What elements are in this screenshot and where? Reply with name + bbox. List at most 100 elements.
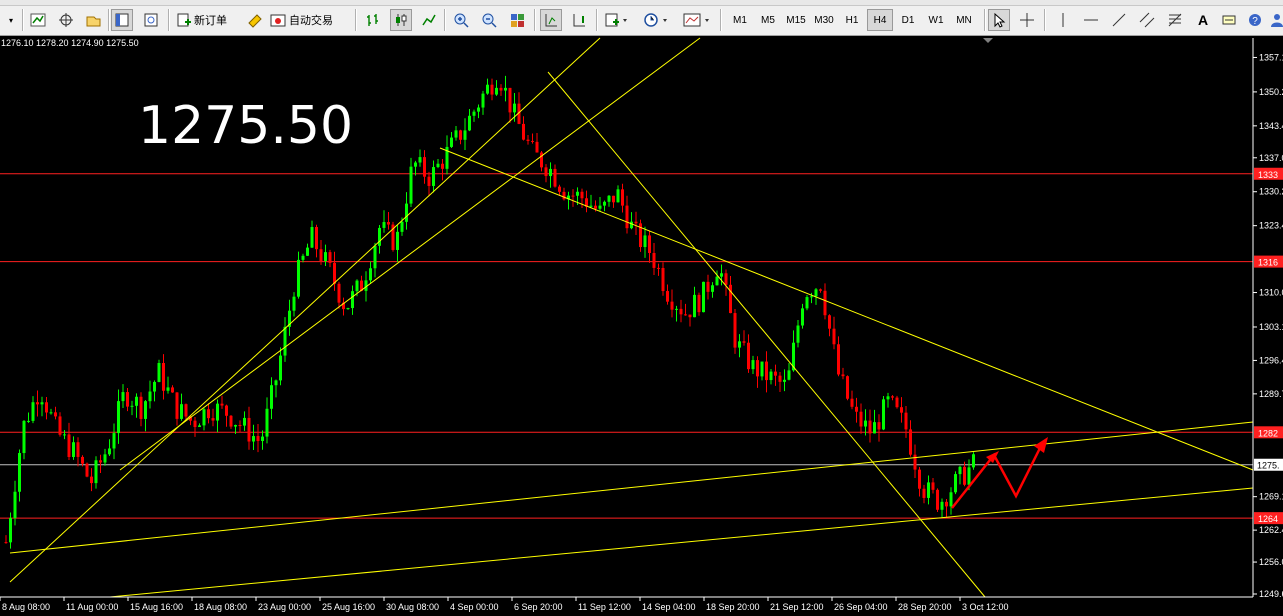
- candle-body: [760, 361, 764, 377]
- candle-body: [481, 93, 485, 108]
- crosshair-icon[interactable]: [1016, 9, 1038, 31]
- candle-body: [922, 488, 926, 498]
- candle-body: [864, 420, 867, 427]
- zoom-in-icon[interactable]: [450, 9, 472, 31]
- candle-body: [27, 420, 30, 422]
- candle-body: [40, 402, 44, 405]
- candle-body: [499, 87, 503, 91]
- candle-body: [598, 205, 602, 209]
- candle-body: [13, 491, 17, 519]
- candle-body: [198, 425, 201, 428]
- timeframe-m5[interactable]: M5: [755, 9, 781, 31]
- bar-chart-icon[interactable]: [362, 9, 384, 31]
- candle-body: [49, 412, 53, 414]
- y-tick-label: 1323.40: [1259, 221, 1283, 231]
- cursor-icon[interactable]: [988, 9, 1010, 31]
- y-tick-label: 1249.60: [1259, 589, 1283, 599]
- candle-body: [207, 409, 210, 419]
- line-chart-icon[interactable]: [418, 9, 440, 31]
- fibonacci-icon[interactable]: [1164, 9, 1186, 31]
- candle-body: [418, 157, 422, 163]
- candle-body: [643, 235, 647, 248]
- candle-body: [283, 326, 287, 356]
- candle-body: [774, 371, 777, 376]
- candle-body: [468, 115, 471, 131]
- candle-body: [477, 107, 480, 112]
- trendline-icon[interactable]: [1108, 9, 1130, 31]
- candle-body: [958, 466, 962, 475]
- candle-body: [126, 392, 129, 407]
- candle-body: [801, 308, 804, 326]
- new-order-label: 新订单: [194, 15, 227, 27]
- candle-body: [936, 489, 939, 510]
- candle-body: [675, 308, 678, 310]
- candle-body: [630, 221, 633, 229]
- candle-body: [409, 166, 413, 204]
- vertical-line-icon[interactable]: [1052, 9, 1074, 31]
- candle-body: [909, 429, 912, 455]
- candle-body: [783, 379, 786, 382]
- timeframe-m1[interactable]: M1: [727, 9, 753, 31]
- candle-body: [139, 396, 143, 419]
- auto-scroll-icon[interactable]: [568, 9, 590, 31]
- candle-body: [238, 425, 242, 427]
- candle-body: [148, 391, 152, 402]
- data-window-icon[interactable]: [111, 9, 133, 31]
- timeframe-w1[interactable]: W1: [923, 9, 949, 31]
- timeframe-mn[interactable]: MN: [951, 9, 977, 31]
- help-icon[interactable]: ?: [1244, 9, 1266, 31]
- timeframe-h4[interactable]: H4: [867, 9, 893, 31]
- profiles-icon[interactable]: [55, 9, 77, 31]
- candle-body: [832, 328, 836, 345]
- candlesticks-icon[interactable]: [390, 9, 412, 31]
- timeframe-m30[interactable]: M30: [811, 9, 837, 31]
- text-icon[interactable]: A: [1192, 9, 1214, 31]
- candle-body: [589, 205, 593, 207]
- periods-icon[interactable]: [640, 9, 674, 31]
- zoom-out-icon[interactable]: [478, 9, 500, 31]
- candle-body: [837, 344, 840, 375]
- candle-body: [940, 501, 944, 510]
- level-tag-label: 1333: [1258, 170, 1278, 180]
- level-tag-label: 1316: [1258, 258, 1278, 268]
- timeframe-d1[interactable]: D1: [895, 9, 921, 31]
- timeframe-h1[interactable]: H1: [839, 9, 865, 31]
- text-label-icon[interactable]: [1218, 9, 1240, 31]
- new-order-button[interactable]: 新订单: [176, 9, 238, 31]
- x-tick-label: 28 Sep 20:00: [898, 602, 952, 612]
- timeframe-m15[interactable]: M15: [783, 9, 809, 31]
- candle-body: [670, 301, 674, 310]
- templates-icon[interactable]: [680, 9, 716, 31]
- x-tick-label: 25 Aug 16:00: [322, 602, 375, 612]
- candle-body: [108, 448, 111, 455]
- candle-body: [4, 542, 8, 544]
- candle-body: [882, 399, 885, 430]
- candle-body: [234, 425, 237, 427]
- indicators-icon[interactable]: [602, 9, 632, 31]
- auto-trade-button[interactable]: 自动交易: [270, 9, 344, 31]
- candle-body: [679, 308, 683, 315]
- candle-body: [72, 442, 75, 457]
- candle-body: [382, 222, 386, 228]
- horizontal-line-icon[interactable]: [1080, 9, 1102, 31]
- chart-shift-icon[interactable]: [540, 9, 562, 31]
- meta-editor-icon[interactable]: [244, 9, 266, 31]
- candle-body: [112, 433, 116, 449]
- x-tick-label: 3 Oct 12:00: [962, 602, 1009, 612]
- tile-windows-icon[interactable]: [506, 9, 528, 31]
- candle-body: [688, 314, 692, 318]
- candle-body: [423, 157, 426, 177]
- market-watch-icon[interactable]: [82, 9, 104, 31]
- dropdown-icon[interactable]: ▾: [2, 9, 20, 31]
- candle-body: [310, 227, 314, 248]
- navigator-icon[interactable]: [140, 9, 162, 31]
- user-icon[interactable]: [1266, 9, 1283, 31]
- new-chart-icon[interactable]: [27, 9, 49, 31]
- equidistant-channel-icon[interactable]: [1136, 9, 1158, 31]
- candle-body: [904, 412, 908, 430]
- candle-body: [949, 492, 953, 507]
- candle-body: [648, 235, 651, 253]
- candle-body: [117, 401, 120, 434]
- candle-body: [652, 252, 656, 268]
- candle-body: [94, 460, 98, 484]
